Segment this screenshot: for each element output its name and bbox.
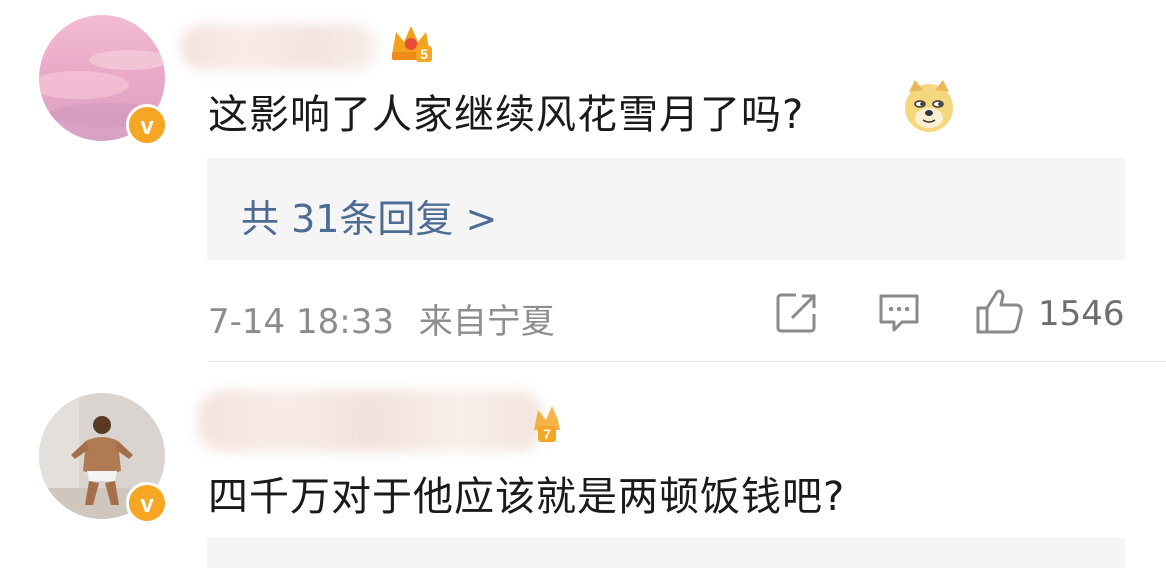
repost-icon[interactable] xyxy=(774,290,820,340)
svg-text:v: v xyxy=(140,491,154,518)
svg-text:v: v xyxy=(140,113,154,140)
doge-emoji-icon xyxy=(901,78,957,138)
username-blurred[interactable] xyxy=(180,24,378,70)
like-count: 1546 xyxy=(1038,294,1125,334)
crown-level-icon: 5 xyxy=(388,20,434,68)
reply-preview-box[interactable] xyxy=(207,538,1125,568)
comment-item: v 7 四千万对于他应该就是两顿饭钱吧? xyxy=(0,362,1166,568)
comment-item: v 5 这影响了人家继续风花雪月了吗? 共 31条回复 > 7-14 18:33… xyxy=(0,0,1166,362)
comment-text-content: 四千万对于他应该就是两顿饭钱吧? xyxy=(208,474,846,520)
comment-text-content: 这影响了人家继续风花雪月了吗? xyxy=(208,92,805,138)
crown-level-icon: 7 xyxy=(534,404,560,448)
verified-badge-icon: v xyxy=(126,482,168,524)
username-blurred[interactable] xyxy=(198,390,543,452)
comment-icon[interactable] xyxy=(876,290,922,340)
reply-preview-box[interactable]: 共 31条回复 > xyxy=(207,158,1125,260)
verified-badge-icon: v xyxy=(126,104,168,146)
timestamp: 7-14 18:33 xyxy=(208,302,394,342)
svg-text:5: 5 xyxy=(420,46,428,62)
like-icon[interactable] xyxy=(975,286,1025,340)
location: 来自宁夏 xyxy=(418,302,555,342)
comment-meta: 7-14 18:33 来自宁夏 xyxy=(208,294,555,343)
svg-text:7: 7 xyxy=(543,426,551,442)
comment-text: 这影响了人家继续风花雪月了吗? xyxy=(208,82,804,140)
comment-text: 四千万对于他应该就是两顿饭钱吧? xyxy=(208,464,845,522)
view-replies-link[interactable]: 共 31条回复 > xyxy=(241,188,497,243)
